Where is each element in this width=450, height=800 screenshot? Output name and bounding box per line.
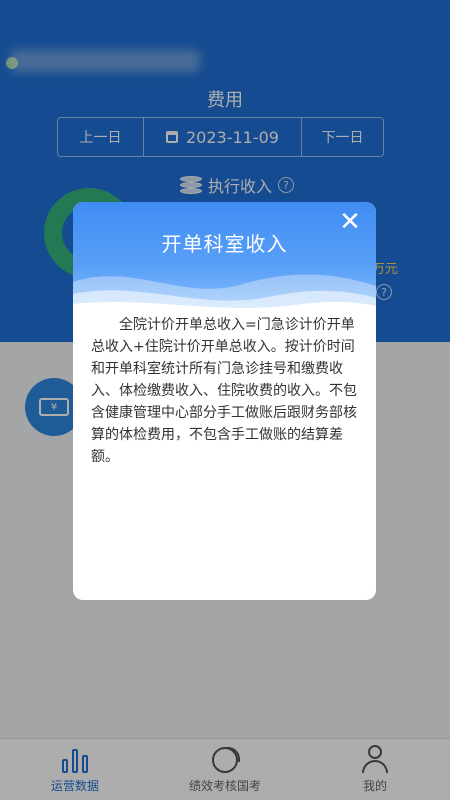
wave-decoration (73, 274, 376, 312)
modal-body-text: 全院计价开单总收入=门急诊计价开单总收入+住院计价开单总收入。按计价时间和开单科… (91, 317, 357, 465)
modal-header: 开单科室收入 ✕ (73, 202, 376, 312)
close-icon[interactable]: ✕ (338, 209, 362, 235)
modal-title: 开单科室收入 (161, 232, 288, 256)
info-modal: 开单科室收入 ✕ 全院计价开单总收入=门急诊计价开单总收入+住院计价开单总收入。… (73, 202, 376, 600)
